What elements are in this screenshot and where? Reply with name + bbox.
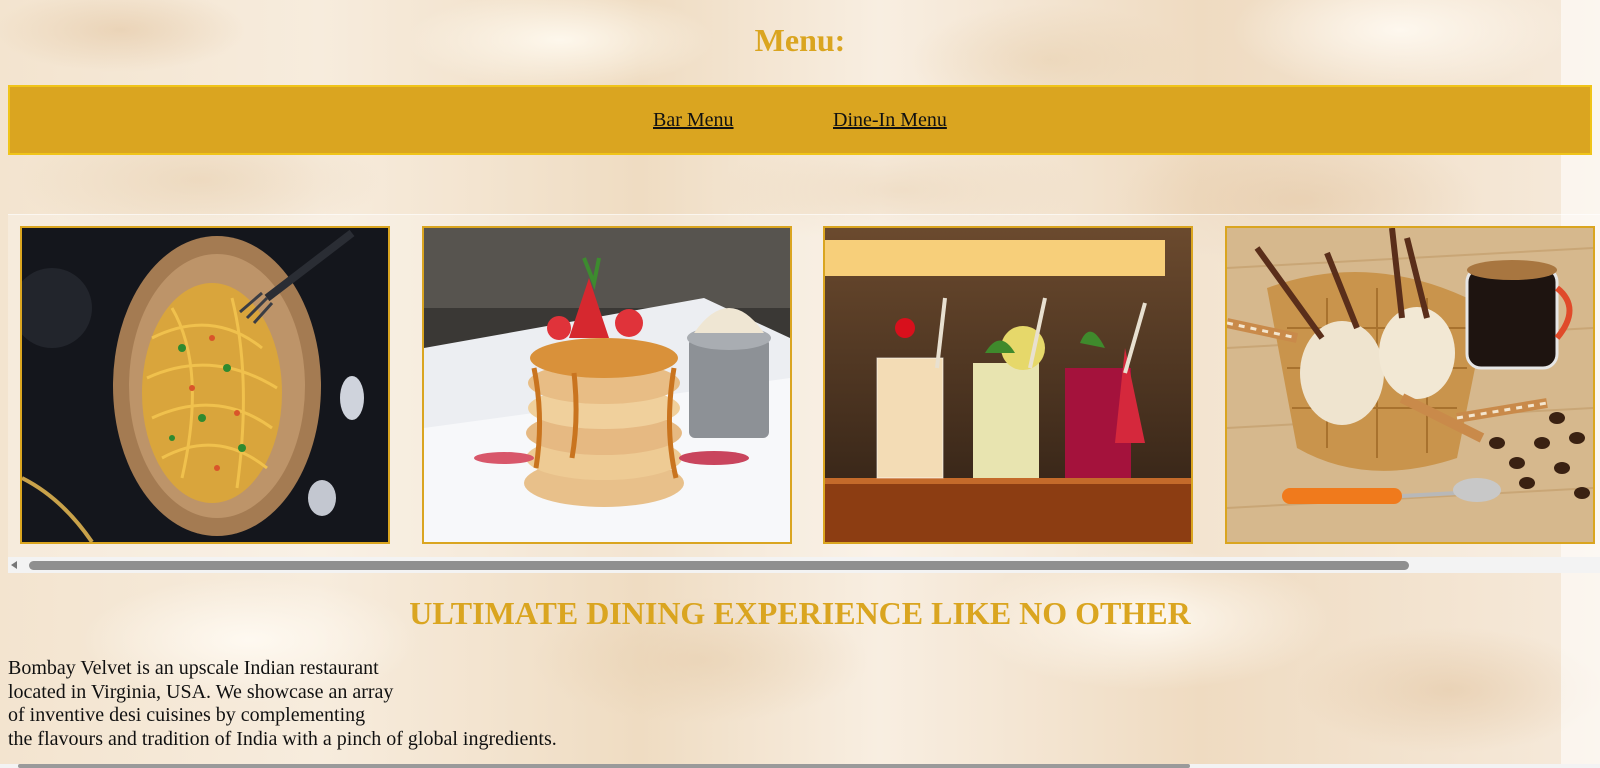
waffle-dessert-coffee-photo (1225, 226, 1595, 544)
page-scroll-thumb[interactable] (18, 764, 1190, 768)
cocktail-glasses-photo (823, 226, 1193, 544)
tagline-heading: ULTIMATE DINING EXPERIENCE LIKE NO OTHER (409, 595, 1191, 631)
spaghetti-plate-photo (20, 226, 390, 544)
about-paragraph: Bombay Velvet is an upscale Indian resta… (8, 657, 608, 751)
gallery-scroll-thumb[interactable] (29, 561, 1409, 570)
scroll-left-arrow-icon[interactable] (11, 561, 17, 569)
pancake-stack-photo (422, 226, 792, 544)
about-line: the flavours and tradition of India with… (8, 727, 557, 750)
about-line: Bombay Velvet is an upscale Indian resta… (8, 657, 379, 679)
bar-menu-link[interactable]: Bar Menu (653, 109, 734, 132)
menu-nav-bar: Bar Menu Dine-In Menu (8, 85, 1592, 155)
page-horizontal-scrollbar[interactable] (0, 764, 1600, 768)
dine-in-menu-link[interactable]: Dine-In Menu (833, 109, 947, 132)
menu-title: Menu: (754, 22, 846, 58)
about-line: located in Virginia, USA. We showcase an… (8, 680, 394, 703)
about-line: of inventive desi cuisines by complement… (8, 704, 366, 726)
image-gallery[interactable] (8, 214, 1600, 573)
gallery-horizontal-scrollbar[interactable] (8, 557, 1600, 573)
